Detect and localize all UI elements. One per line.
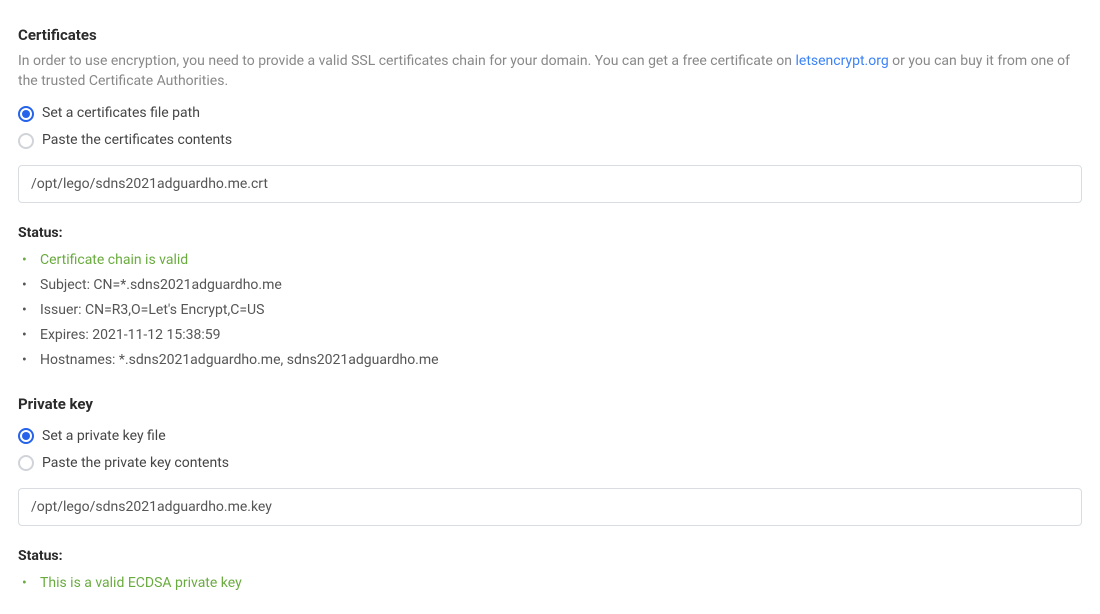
certificates-desc-before: In order to use encryption, you need to … <box>18 53 796 69</box>
key-radio-paste[interactable]: Paste the private key contents <box>18 453 1082 474</box>
key-status-list: This is a valid ECDSA private key <box>18 573 1082 594</box>
cert-status-list: Certificate chain is valid Subject: CN=*… <box>18 250 1082 371</box>
key-radio-path[interactable]: Set a private key file <box>18 426 1082 447</box>
certificates-radio-group: Set a certificates file path Paste the c… <box>18 103 1082 151</box>
key-status-label: Status: <box>18 546 1082 567</box>
cert-status-item: Certificate chain is valid <box>22 250 1082 271</box>
key-status-item: This is a valid ECDSA private key <box>22 573 1082 594</box>
cert-status-item: Hostnames: *.sdns2021adguardho.me, sdns2… <box>22 350 1082 371</box>
cert-status-label: Status: <box>18 223 1082 244</box>
cert-status-item: Subject: CN=*.sdns2021adguardho.me <box>22 275 1082 296</box>
private-key-section: Private key Set a private key file Paste… <box>18 393 1082 594</box>
cert-radio-paste-label: Paste the certificates contents <box>42 130 232 151</box>
cert-status-item: Expires: 2021-11-12 15:38:59 <box>22 325 1082 346</box>
cert-path-input[interactable] <box>18 165 1082 203</box>
cert-radio-path-label: Set a certificates file path <box>42 103 200 124</box>
private-key-title: Private key <box>18 393 1082 416</box>
certificates-description: In order to use encryption, you need to … <box>18 51 1082 92</box>
cert-status-item: Issuer: CN=R3,O=Let's Encrypt,C=US <box>22 300 1082 321</box>
radio-icon <box>18 106 34 122</box>
letsencrypt-link[interactable]: letsencrypt.org <box>796 53 889 69</box>
certificates-section: Certificates In order to use encryption,… <box>18 24 1082 371</box>
cert-radio-paste[interactable]: Paste the certificates contents <box>18 130 1082 151</box>
private-key-radio-group: Set a private key file Paste the private… <box>18 426 1082 474</box>
key-radio-paste-label: Paste the private key contents <box>42 453 229 474</box>
key-radio-path-label: Set a private key file <box>42 426 166 447</box>
cert-radio-path[interactable]: Set a certificates file path <box>18 103 1082 124</box>
key-path-input[interactable] <box>18 488 1082 526</box>
radio-icon <box>18 428 34 444</box>
radio-icon <box>18 133 34 149</box>
radio-icon <box>18 455 34 471</box>
certificates-title: Certificates <box>18 24 1082 47</box>
